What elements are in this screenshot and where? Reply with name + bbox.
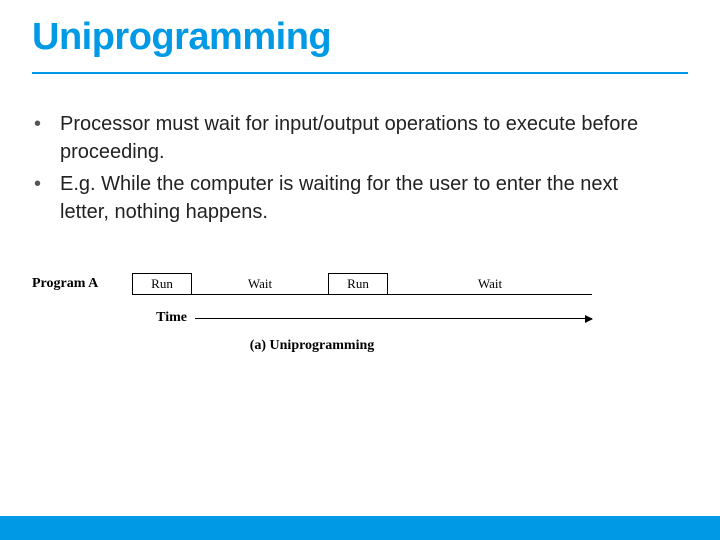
bullet-text: Processor must wait for input/output ope… [60,110,672,166]
segment-run: Run [132,273,192,295]
arrow-right-icon [195,318,592,319]
timeline-track: Run Wait Run Wait [132,273,592,295]
title-underline [32,72,688,74]
list-item: • E.g. While the computer is waiting for… [32,170,672,226]
bullet-text: E.g. While the computer is waiting for t… [60,170,672,226]
time-axis: Time [32,308,592,328]
figure-row: Program A Run Wait Run Wait [32,270,592,298]
page-title: Uniprogramming [32,16,331,59]
slide: Uniprogramming • Processor must wait for… [0,0,720,540]
figure-uniprogramming: Program A Run Wait Run Wait Time (a) Uni… [32,270,592,354]
footer-accent-bar [0,516,720,540]
list-item: • Processor must wait for input/output o… [32,110,672,166]
time-label: Time [32,310,195,326]
bullet-marker: • [32,110,60,166]
segment-wait: Wait [192,273,328,295]
segment-wait: Wait [388,273,592,295]
bullet-marker: • [32,170,60,226]
baseline [132,294,592,295]
figure-caption: (a) Uniprogramming [32,338,592,354]
content-area: • Processor must wait for input/output o… [32,110,672,230]
program-label: Program A [32,276,132,292]
segment-run: Run [328,273,388,295]
